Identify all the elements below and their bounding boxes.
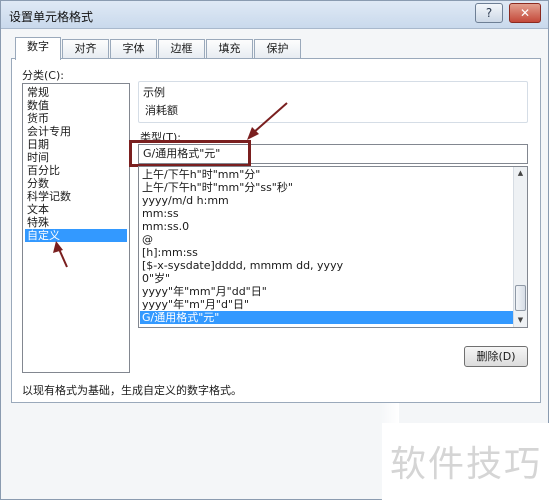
format-item[interactable]: 上午/下午h"时"mm"分" [140, 168, 514, 181]
watermark: 软件技巧 [382, 423, 549, 500]
format-item[interactable]: 0"岁" [140, 272, 514, 285]
category-item[interactable]: 特殊 [25, 216, 127, 229]
category-item[interactable]: 文本 [25, 203, 127, 216]
category-item[interactable]: 分数 [25, 177, 127, 190]
scroll-thumb[interactable] [515, 285, 526, 311]
tab-number[interactable]: 数字 [15, 37, 61, 60]
category-label: 分类(C): [22, 69, 64, 82]
tab-fill[interactable]: 填充 [206, 39, 253, 59]
format-item[interactable]: [h]:mm:ss [140, 246, 514, 259]
format-item[interactable]: @ [140, 233, 514, 246]
format-item[interactable]: yyyy"年"m"月"d"日" [140, 298, 514, 311]
delete-button[interactable]: 删除(D) [464, 346, 528, 367]
scroll-up-icon[interactable]: ▲ [514, 167, 527, 180]
category-item[interactable]: 常规 [25, 86, 127, 99]
tab-border[interactable]: 边框 [158, 39, 205, 59]
help-button[interactable]: ? [475, 3, 503, 23]
description-text: 以现有格式为基础，生成自定义的数字格式。 [22, 384, 242, 397]
annotation-highlight-box [129, 140, 251, 167]
tab-protection[interactable]: 保护 [254, 39, 301, 59]
format-cells-dialog: 设置单元格格式 ? ✕ 数字 对齐 字体 边框 填充 保护 分类(C): 常规 … [0, 0, 549, 500]
category-item[interactable]: 数值 [25, 99, 127, 112]
format-item-selected[interactable]: G/通用格式"元" [140, 311, 514, 324]
format-item[interactable]: yyyy/m/d h:mm [140, 194, 514, 207]
category-item[interactable]: 百分比 [25, 164, 127, 177]
category-item-selected[interactable]: 自定义 [25, 229, 127, 242]
format-item[interactable]: 上午/下午h"时"mm"分"ss"秒" [140, 181, 514, 194]
category-item[interactable]: 货币 [25, 112, 127, 125]
format-item[interactable]: [$-x-sysdate]dddd, mmmm dd, yyyy [140, 259, 514, 272]
number-tab-panel: 分类(C): 常规 数值 货币 会计专用 日期 时间 百分比 分数 科学记数 文… [11, 58, 541, 403]
sample-value: 消耗额 [145, 104, 178, 117]
sample-caption: 示例 [143, 86, 165, 99]
sample-group: 示例 消耗额 [138, 81, 528, 123]
category-item[interactable]: 科学记数 [25, 190, 127, 203]
scroll-down-icon[interactable]: ▼ [514, 314, 527, 327]
tab-font[interactable]: 字体 [110, 39, 157, 59]
title-bar[interactable]: 设置单元格格式 ? ✕ [1, 1, 548, 29]
category-item[interactable]: 时间 [25, 151, 127, 164]
window-title: 设置单元格格式 [9, 10, 94, 24]
format-item[interactable]: mm:ss.0 [140, 220, 514, 233]
format-item[interactable]: yyyy"年"mm"月"dd"日" [140, 285, 514, 298]
format-list[interactable]: 上午/下午h"时"mm"分" 上午/下午h"时"mm"分"ss"秒" yyyy/… [138, 166, 528, 328]
format-item[interactable]: mm:ss [140, 207, 514, 220]
category-item[interactable]: 日期 [25, 138, 127, 151]
watermark-text: 软件技巧 [390, 444, 543, 485]
format-list-scrollbar[interactable]: ▲ ▼ [513, 167, 527, 327]
category-list[interactable]: 常规 数值 货币 会计专用 日期 时间 百分比 分数 科学记数 文本 特殊 自定… [22, 83, 130, 373]
tab-alignment[interactable]: 对齐 [62, 39, 109, 59]
close-button[interactable]: ✕ [509, 3, 541, 23]
category-item[interactable]: 会计专用 [25, 125, 127, 138]
